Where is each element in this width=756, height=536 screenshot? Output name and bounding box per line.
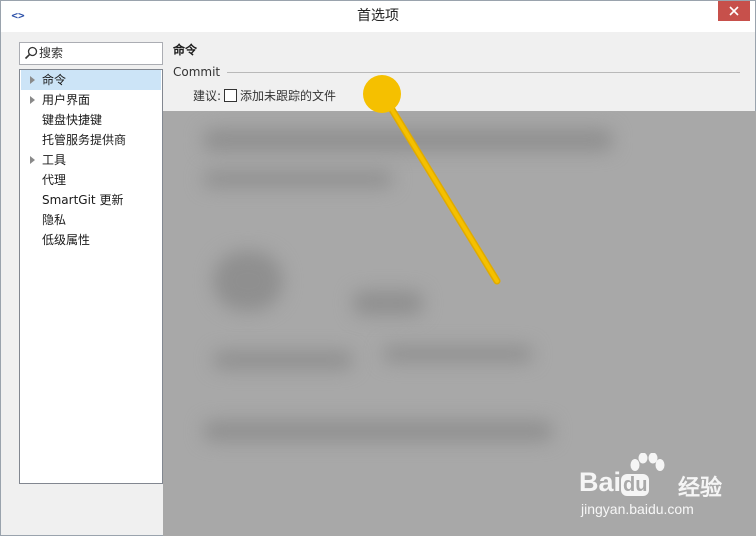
settings-tree[interactable]: 命令 用户界面 键盘快捷键 托管服务提供商 工具 代理 SmartGit 更新 … — [19, 69, 163, 484]
triangle-right-icon[interactable] — [30, 96, 35, 104]
tree-item-privacy[interactable]: 隐私 — [21, 210, 161, 230]
blur-shape — [213, 351, 353, 369]
add-untracked-files-label[interactable]: 添加未跟踪的文件 — [240, 87, 336, 104]
watermark-brand: Bai du — [579, 467, 650, 497]
close-button[interactable] — [718, 1, 750, 21]
tree-item-label: 命令 — [42, 73, 67, 87]
tree-item-label: SmartGit 更新 — [42, 193, 124, 207]
tree-item-low-level-properties[interactable]: 低级属性 — [21, 230, 161, 250]
tree-item-label: 键盘快捷键 — [42, 113, 103, 127]
window-title: 首选项 — [357, 8, 399, 24]
title-bar: <> 首选项 — [1, 1, 755, 32]
tree-item-hosting-providers[interactable]: 托管服务提供商 — [21, 130, 161, 150]
triangle-right-icon[interactable] — [30, 76, 35, 84]
blur-shape — [203, 171, 393, 187]
search-placeholder: 搜索 — [39, 46, 64, 60]
pointer-dot-icon — [363, 75, 401, 113]
page-title: 命令 — [173, 43, 198, 57]
tree-item-label: 低级属性 — [42, 233, 91, 247]
tree-item-smartgit-updates[interactable]: SmartGit 更新 — [21, 190, 161, 210]
triangle-right-icon[interactable] — [30, 156, 35, 164]
blur-shape — [353, 291, 423, 315]
tree-item-label: 工具 — [42, 153, 67, 167]
search-field[interactable]: 搜索 — [19, 42, 163, 65]
tree-item-label: 托管服务提供商 — [42, 133, 127, 147]
add-untracked-files-checkbox[interactable] — [224, 89, 237, 102]
blur-shape — [383, 346, 533, 362]
blur-shape — [213, 251, 283, 311]
search-icon — [24, 46, 38, 60]
tree-item-commands[interactable]: 命令 — [21, 70, 161, 90]
watermark-url: jingyan.baidu.com — [581, 501, 694, 517]
tree-item-label: 隐私 — [42, 213, 67, 227]
tree-item-label: 代理 — [42, 173, 67, 187]
tree-item-tools[interactable]: 工具 — [21, 150, 161, 170]
watermark-cn-text: 经验 — [678, 476, 723, 501]
tree-item-label: 用户界面 — [42, 93, 91, 107]
preferences-window: <> 首选项 搜索 命令 用户界面 键盘快捷键 托管服务提供商 工具 代理 Sm… — [0, 0, 756, 536]
suggest-label: 建议: — [193, 89, 222, 103]
commit-group-label: Commit — [173, 65, 221, 79]
group-divider — [227, 72, 740, 73]
tree-item-user-interface[interactable]: 用户界面 — [21, 90, 161, 110]
blur-shape — [203, 421, 553, 441]
baidu-watermark: Bai du 经验 jingyan.baidu.com — [579, 453, 729, 523]
tree-item-keyboard-shortcuts[interactable]: 键盘快捷键 — [21, 110, 161, 130]
tree-item-proxy[interactable]: 代理 — [21, 170, 161, 190]
close-icon — [729, 6, 739, 16]
blur-shape — [203, 129, 613, 151]
